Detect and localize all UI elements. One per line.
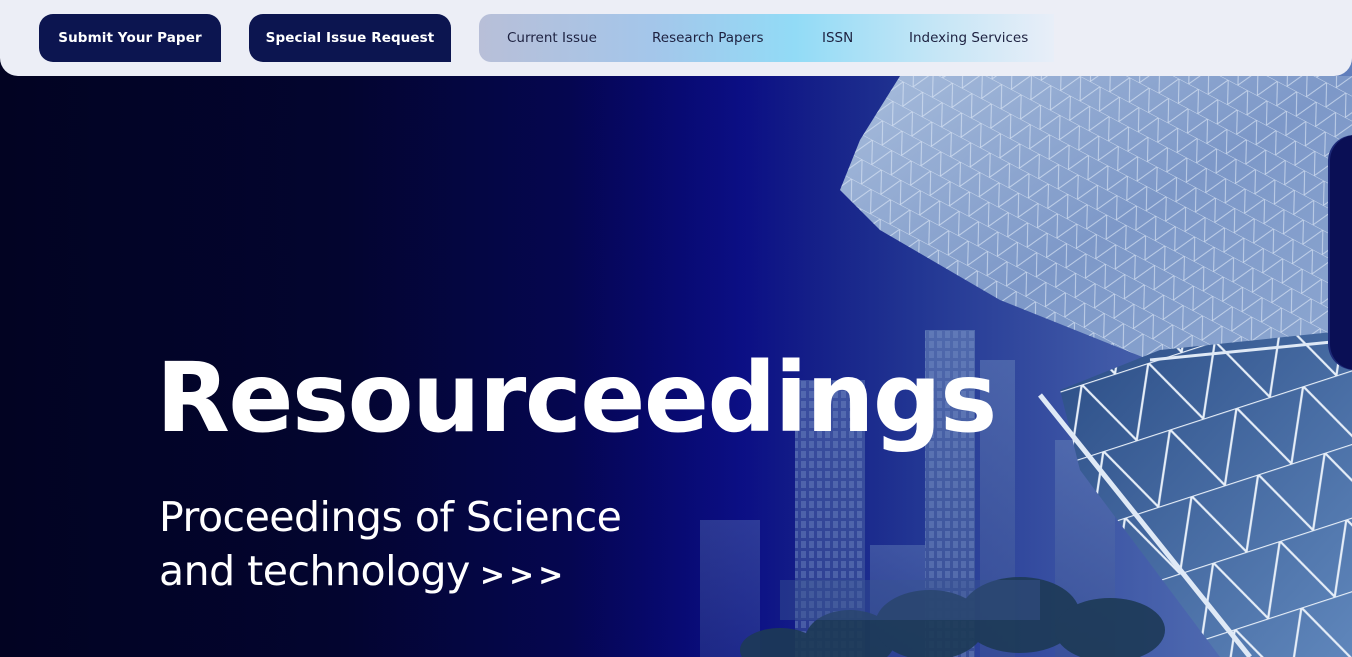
main-nav: Current Issue Research Papers ISSN Index… — [479, 14, 1054, 62]
top-navigation-bar: Submit Your Paper Special Issue Request … — [0, 0, 1352, 76]
nav-issn[interactable]: ISSN — [822, 14, 853, 62]
submit-paper-button[interactable]: Submit Your Paper — [39, 14, 221, 62]
arrows-link[interactable]: >>> — [480, 558, 567, 593]
hero-title: Resourceedings — [156, 342, 997, 454]
hero-subtitle: Proceedings of Science and technology >>> — [159, 490, 622, 603]
hero-subtitle-line-1: Proceedings of Science — [159, 493, 622, 541]
special-issue-request-button[interactable]: Special Issue Request — [249, 14, 451, 62]
nav-research-papers[interactable]: Research Papers — [652, 14, 763, 62]
nav-indexing-services[interactable]: Indexing Services — [909, 14, 1028, 62]
hero-banner: Resourceedings Proceedings of Science an… — [0, 0, 1352, 657]
hero-subtitle-line-2: and technology — [159, 547, 470, 595]
side-panel-tab[interactable] — [1330, 135, 1352, 370]
nav-current-issue[interactable]: Current Issue — [507, 14, 597, 62]
